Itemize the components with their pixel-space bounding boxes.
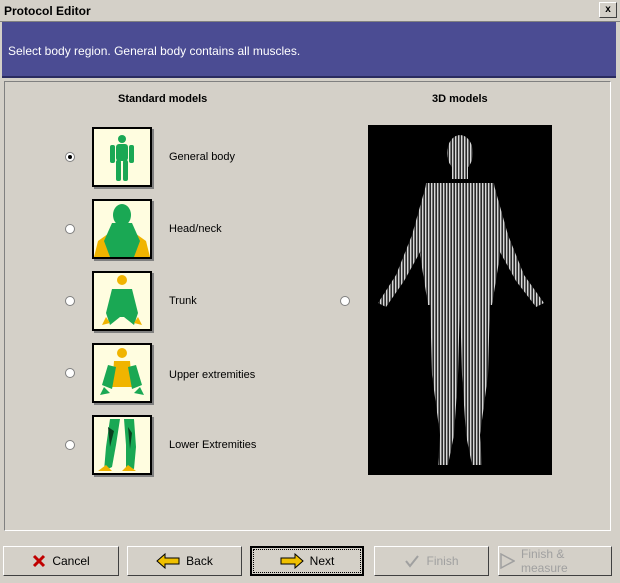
next-button[interactable]: Next (250, 546, 364, 576)
label-upper-extremities: Upper extremities (169, 369, 256, 381)
finish-measure-button[interactable]: Finish & measure (498, 546, 612, 576)
label-trunk: Trunk (169, 295, 197, 307)
arrow-right-icon (280, 553, 304, 569)
label-lower-extremities: Lower Extremities (169, 439, 257, 451)
back-button[interactable]: Back (127, 546, 242, 576)
arrow-left-icon (156, 553, 180, 569)
upper-extremities-icon[interactable] (92, 343, 152, 403)
cancel-button[interactable]: Cancel (3, 546, 119, 576)
label-head-neck: Head/neck (169, 223, 222, 235)
play-triangle-icon (499, 553, 515, 569)
standard-models-heading: Standard models (118, 93, 208, 105)
instruction-banner: Select body region. General body contain… (2, 22, 616, 78)
radio-upper-extremities[interactable] (65, 368, 75, 378)
close-button[interactable]: x (599, 2, 617, 18)
back-label: Back (186, 554, 213, 568)
instruction-text: Select body region. General body contain… (8, 44, 301, 58)
radio-general-body[interactable] (65, 152, 75, 162)
radio-head-neck[interactable] (65, 224, 75, 234)
window-title: Protocol Editor (4, 4, 91, 18)
radio-lower-extremities[interactable] (65, 440, 75, 450)
title-bar: Protocol Editor x (0, 0, 620, 22)
label-general-body: General body (169, 151, 236, 163)
3d-body-model-image[interactable] (368, 125, 552, 475)
finish-measure-label: Finish & measure (521, 547, 568, 575)
trunk-icon[interactable] (92, 271, 152, 331)
head-neck-icon[interactable] (92, 199, 152, 259)
finish-label: Finish (426, 554, 459, 568)
3d-models-heading: 3D models (432, 93, 488, 105)
checkmark-icon (404, 554, 420, 568)
cancel-x-icon (32, 554, 46, 568)
radio-trunk[interactable] (65, 296, 75, 306)
general-body-icon[interactable] (92, 127, 152, 187)
radio-3d-model[interactable] (340, 296, 350, 306)
lower-extremities-icon[interactable] (92, 415, 152, 475)
next-label: Next (309, 554, 335, 568)
cancel-label: Cancel (52, 554, 90, 568)
finish-button[interactable]: Finish (374, 546, 489, 576)
